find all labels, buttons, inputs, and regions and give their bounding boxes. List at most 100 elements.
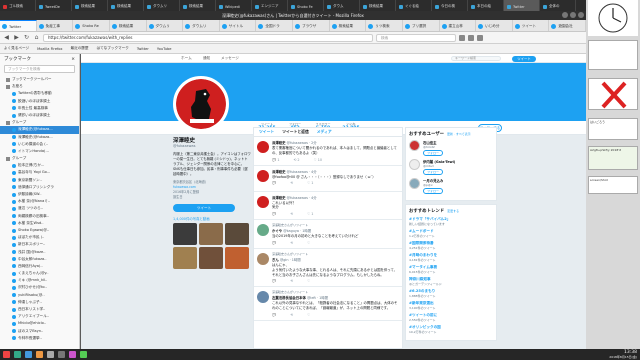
tweet[interactable]: 深澤睦史さんがリツイート かぐや @kaguya · 1時間 当の2019年の月の初…	[254, 220, 402, 249]
sidebar-search-input[interactable]: ブックマークを検索	[4, 65, 75, 73]
browser-tab[interactable]: ブリ選択	[403, 20, 440, 31]
sidebar-bookmark-item[interactable]: 中谷太郎fukaza..	[0, 256, 79, 263]
desktop-window-image[interactable]	[588, 78, 638, 110]
trend-item[interactable]: #マータイム事務 6,015件のツイート	[409, 265, 493, 274]
bookmark-bar-item[interactable]: 最近の履歴	[71, 46, 89, 51]
profile-name[interactable]: 深澤睦史	[173, 136, 251, 144]
system-tab[interactable]: Shoko Fe	[288, 0, 324, 11]
tweet[interactable]: 深澤睦史 @fukazawas · 4分 これいる以外？ 気分 💬 ⟲ ♡ 1	[254, 192, 402, 221]
sidebar-bookmark-item[interactable]: アリクエイプール..	[0, 313, 79, 320]
suggested-user-avatar[interactable]	[409, 140, 420, 151]
like-icon[interactable]: ♡	[307, 313, 310, 317]
desktop-window-text2[interactable]: A2g8+pSkf/y 2018'it	[588, 146, 638, 170]
reply-icon[interactable]: 💬 1	[272, 158, 279, 162]
sidebar-bookmark-item[interactable]: 追悼通ロプリシングラ	[0, 184, 79, 191]
sidebar-bookmark-item[interactable]: 健診いのほぼ体調土	[0, 112, 79, 119]
suggested-user-avatar[interactable]	[409, 159, 420, 170]
trend-item[interactable]: #オリンピックの国 10,2万件のツイート	[409, 325, 493, 334]
photo-thumb[interactable]	[199, 247, 223, 269]
profile-tweet-button[interactable]: ツイート	[173, 204, 235, 212]
follow-suggested-button[interactable]: フォロー	[423, 169, 444, 175]
reply-icon[interactable]: 💬	[272, 241, 276, 245]
trend-item[interactable]: #ムードボード 1.2万件のツイート	[409, 229, 493, 238]
trend-item[interactable]: #6.25のまもり 1,888件のツイート	[409, 289, 493, 298]
system-tab[interactable]: Twitter	[504, 0, 540, 11]
sidebar-bookmark-item[interactable]: 新日本スポリー..	[0, 241, 79, 248]
system-tab[interactable]: TweetDe	[36, 0, 72, 11]
bookmark-bar-item[interactable]: Mozilla Firefox	[37, 47, 62, 51]
tweet-author[interactable]: 深澤睦史	[272, 196, 286, 200]
browser-tab[interactable]: リツ検索	[366, 20, 403, 31]
tweet-avatar[interactable]	[257, 141, 269, 153]
desktop-window-text1[interactable]: はいごろう	[588, 118, 638, 140]
app-icon[interactable]	[80, 351, 87, 358]
browser-tab[interactable]: ツイート	[513, 20, 550, 31]
tweet-button[interactable]: ツイート	[512, 55, 536, 62]
photo-thumb[interactable]	[225, 247, 249, 269]
browser-tab[interactable]: サイトル	[220, 20, 257, 31]
browser-tab[interactable]: 遊園会社	[549, 20, 586, 31]
retweet-icon[interactable]: ⟲	[290, 241, 293, 245]
sidebar-bookmark-item[interactable]: 高谷寺与 Yogi Go...	[0, 169, 79, 176]
reply-icon[interactable]: 💬	[272, 279, 276, 283]
app-icon[interactable]	[14, 351, 21, 358]
sidebar-bookmark-item[interactable]: 水樹 奈生Wsd..	[0, 220, 79, 227]
system-tab[interactable]: 検索結果	[360, 0, 396, 11]
sidebar-bookmark-item[interactable]: 年長土性 最高検事	[0, 105, 79, 112]
sidebar-bookmark-item[interactable]: ブックマークツールバー	[0, 76, 79, 83]
reply-icon[interactable]: 💬	[272, 181, 276, 185]
sidebar-bookmark-item[interactable]: 西日本リスト学..	[0, 306, 79, 313]
desktop-window-text3[interactable]: screen/Shot	[588, 176, 638, 194]
like-icon[interactable]: ♡ 10	[314, 158, 322, 162]
system-tab[interactable]: エンジニア	[252, 0, 288, 11]
browser-tab[interactable]: Shoko Re	[73, 20, 110, 31]
library-icon[interactable]	[459, 34, 465, 41]
system-tab[interactable]: 全体の	[540, 0, 576, 11]
suggested-user[interactable]: 一月の見込み @p@x フォロー	[409, 178, 493, 194]
system-tab[interactable]: ゴル検索	[0, 0, 36, 11]
sidebar-bookmark-item[interactable]: 伊藤詩織(SW..	[0, 191, 79, 198]
like-icon[interactable]: ♡	[307, 279, 310, 283]
tweet[interactable]: 深澤睦史さんがリツイート 左翼法務長協会日本体 @left · 1時間 これ以外の見…	[254, 287, 402, 321]
system-tab[interactable]: 検索結果	[180, 0, 216, 11]
system-tab[interactable]: 検索結果	[108, 0, 144, 11]
sidebar-bookmark-item[interactable]: 深澤睦史(@fukaza...	[0, 126, 79, 134]
like-icon[interactable]: ♡ 1	[307, 181, 313, 185]
url-bar[interactable]: https://twitter.com/fukazawas/with_repli…	[43, 33, 373, 42]
minimize-button[interactable]	[562, 12, 568, 18]
photos-title[interactable]: 1,4,000件の写真と動画	[173, 216, 251, 221]
system-tab[interactable]: 検索結果	[72, 0, 108, 11]
menu-icon[interactable]	[477, 34, 483, 41]
sidebar-bookmark-item[interactable]: 渡辺 ツツのら..	[0, 205, 79, 212]
sidebar-bookmark-item[interactable]: お座ろ	[0, 83, 79, 90]
tweet[interactable]: 深澤睦史 @fukazawas · 4分 @foofoo@r00 @ さん・・・（…	[254, 166, 402, 192]
browser-tab[interactable]: 検索結果	[110, 20, 147, 31]
app-icon[interactable]	[69, 351, 76, 358]
tweet-author[interactable]: 深澤睦史	[272, 170, 286, 174]
sidebar-bookmark-item[interactable]: 浅井 国(@kaze..	[0, 249, 79, 256]
tweet[interactable]: 深澤睦史 @fukazawas · 2分 表て業審権官について聞かれるのであれば、…	[254, 137, 402, 166]
back-icon[interactable]: ◀	[3, 34, 10, 41]
profile-avatar[interactable]	[173, 76, 229, 132]
retweet-icon[interactable]: ⟲	[290, 313, 293, 317]
home-icon[interactable]: ⌂	[33, 34, 40, 41]
sidebar-icon[interactable]	[468, 34, 474, 41]
like-icon[interactable]: ♡	[307, 241, 310, 245]
tweet-author[interactable]: かぐや	[272, 229, 282, 233]
tweet-author[interactable]: 深澤睦史	[272, 141, 286, 145]
sidebar-bookmark-item[interactable]: ぽのスマBsyn..	[0, 328, 79, 335]
photo-thumb[interactable]	[199, 223, 223, 245]
system-tab[interactable]: Wikipedi	[216, 0, 252, 11]
app-icon[interactable]	[47, 351, 54, 358]
sidebar-bookmark-item[interactable]: 松本正博(ちか...	[0, 162, 79, 169]
trends-links[interactable]: 変更する	[447, 209, 459, 213]
close-button[interactable]	[578, 12, 584, 18]
close-icon[interactable]: ×	[71, 57, 75, 62]
tab-tweets-replies[interactable]: ツイートと返信	[282, 129, 309, 135]
retweet-icon[interactable]: ⟲ 2	[293, 158, 299, 162]
browser-tab[interactable]: 建立山林	[440, 20, 477, 31]
browser-tab[interactable]: いじめ分	[476, 20, 513, 31]
maximize-button[interactable]	[570, 12, 576, 18]
sidebar-bookmark-item[interactable]: 両親検察の旧検事..	[0, 213, 79, 220]
browser-tab[interactable]: Twitter	[0, 20, 37, 31]
